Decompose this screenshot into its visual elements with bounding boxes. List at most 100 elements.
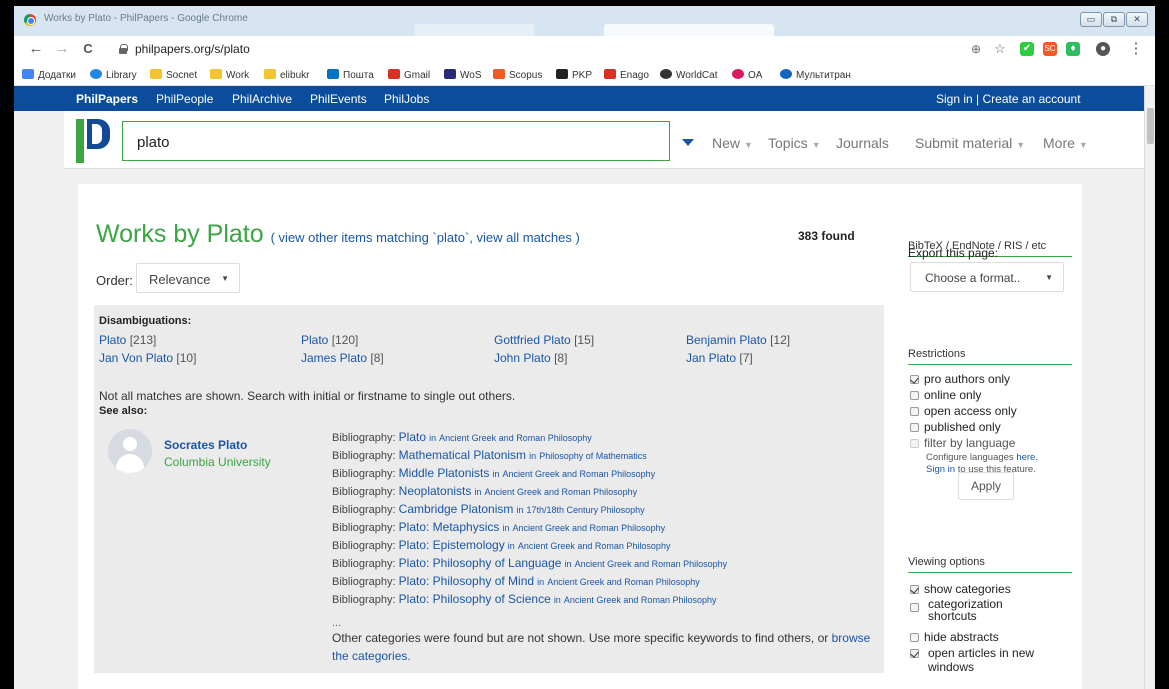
browser-window: Works by Plato - PhilPapers - Google Chr… [14, 6, 1155, 689]
bookmark-apps[interactable]: Додатки [22, 69, 76, 81]
search-options-dropdown-icon[interactable] [682, 139, 694, 146]
chevron-down-icon: ▼ [811, 140, 821, 150]
bookmark-poshta[interactable]: Пошта [327, 69, 374, 81]
bibliography-item: Bibliography: Plato: Philosophy of Mind … [332, 574, 700, 588]
reload-icon[interactable]: C [78, 40, 98, 58]
configure-here-link[interactable]: here. [1016, 452, 1038, 463]
disambiguation-link[interactable]: John Plato [8] [494, 351, 567, 365]
menu-icon[interactable]: ⋮ [1126, 40, 1146, 58]
disambiguation-link[interactable]: Jan Plato [7] [686, 351, 753, 365]
avatar[interactable] [108, 429, 152, 473]
restriction-pro-authors[interactable]: pro authors only [910, 372, 1010, 386]
checkbox-checked-icon[interactable] [910, 585, 919, 594]
menu-journals[interactable]: Journals [836, 135, 889, 151]
bookmark-enago[interactable]: Enago [604, 69, 649, 81]
bookmark-elibukr[interactable]: elibukr [264, 69, 309, 81]
restriction-open-access[interactable]: open access only [910, 404, 1017, 418]
menu-new[interactable]: New ▼ [712, 135, 753, 151]
disambiguation-link[interactable]: Plato [213] [99, 333, 156, 347]
option-open-new-windows[interactable]: open articles in new windows [910, 646, 1060, 674]
bookmark-multitran[interactable]: Мультитран [780, 69, 851, 81]
evernote-extension-icon[interactable]: ♦ [1066, 42, 1080, 56]
zoom-icon[interactable]: ⊕ [966, 40, 986, 58]
pkp-icon [556, 69, 568, 79]
sc-extension-icon[interactable]: SC [1043, 42, 1057, 56]
bookmark-work[interactable]: Work [210, 69, 249, 81]
disambiguation-link[interactable]: James Plato [8] [301, 351, 384, 365]
menu-submit-material[interactable]: Submit material ▼ [915, 135, 1025, 151]
minimize-button[interactable]: ▭ [1080, 12, 1102, 27]
checkbox-icon[interactable] [910, 423, 919, 432]
disambiguation-link[interactable]: Jan Von Plato [10] [99, 351, 196, 365]
close-button[interactable]: ✕ [1126, 12, 1148, 27]
sidebar-signin-link[interactable]: Sign in [926, 464, 955, 475]
option-categorization-shortcuts[interactable]: categorization shortcuts [910, 598, 1030, 622]
bookmark-wos[interactable]: WoS [444, 69, 482, 81]
search-input[interactable]: plato [122, 121, 670, 161]
scrollbar-thumb[interactable] [1147, 108, 1154, 144]
background-tab[interactable] [414, 24, 534, 36]
bibliography-item: Bibliography: Plato in Ancient Greek and… [332, 430, 592, 444]
signin-link[interactable]: Sign in | Create an account [936, 92, 1081, 106]
disambiguation-link[interactable]: Gottfried Plato [15] [494, 333, 594, 347]
disambiguation-link[interactable]: Benjamin Plato [12] [686, 333, 790, 347]
folder-icon [264, 69, 276, 79]
philpapers-logo[interactable] [76, 119, 110, 163]
apply-button[interactable]: Apply [958, 472, 1014, 500]
view-other-links[interactable]: ( view other items matching `plato`, vie… [271, 230, 580, 245]
restrictions-heading: Restrictions [908, 348, 1072, 365]
bibliography-item: Bibliography: Cambridge Platonism in 17t… [332, 502, 645, 516]
nav-philevents[interactable]: PhilEvents [310, 92, 367, 106]
bookmark-socnet[interactable]: Socnet [150, 69, 197, 81]
bookmark-pkp[interactable]: PKP [556, 69, 592, 81]
option-show-categories[interactable]: show categories [910, 582, 1011, 596]
menu-more[interactable]: More ▼ [1043, 135, 1088, 151]
disambiguation-panel: Disambiguations: Plato [213] Plato [120]… [94, 305, 884, 673]
maximize-button[interactable]: ⧉ [1103, 12, 1125, 27]
chevron-down-icon: ▼ [1045, 273, 1053, 282]
disambiguation-link[interactable]: Plato [120] [301, 333, 358, 347]
checkbox-icon[interactable] [910, 603, 919, 612]
checkbox-icon[interactable] [910, 391, 919, 400]
restriction-language[interactable]: filter by language [910, 436, 1015, 450]
checkbox-checked-icon[interactable] [910, 649, 919, 658]
restriction-published[interactable]: published only [910, 420, 1001, 434]
checkbox-icon[interactable] [910, 407, 919, 416]
main-content: Works by Plato ( view other items matchi… [78, 184, 1082, 689]
check-extension-icon[interactable]: ✔ [1020, 42, 1034, 56]
scopus-icon [493, 69, 505, 79]
chevron-down-icon: ▼ [1016, 140, 1026, 150]
page-scrollbar[interactable] [1144, 86, 1155, 689]
option-hide-abstracts[interactable]: hide abstracts [910, 630, 999, 644]
forward-icon[interactable]: → [52, 40, 72, 58]
bookmark-gmail[interactable]: Gmail [388, 69, 430, 81]
format-select[interactable]: Choose a format.. ▼ [910, 262, 1064, 292]
person-name-link[interactable]: Socrates Plato [164, 438, 247, 452]
nav-philpapers[interactable]: PhilPapers [76, 92, 138, 106]
bibliography-item: Bibliography: Plato: Metaphysics in Anci… [332, 520, 666, 534]
viewing-options-heading: Viewing options [908, 556, 1072, 573]
gmail-icon [388, 69, 400, 79]
checkbox-icon[interactable] [910, 439, 919, 448]
bookmark-scopus[interactable]: Scopus [493, 69, 542, 81]
back-icon[interactable]: ← [26, 40, 46, 58]
order-select[interactable]: Relevance ▼ [136, 263, 240, 293]
profile-avatar-icon[interactable]: ● [1096, 42, 1110, 56]
oa-icon [732, 69, 744, 79]
bookmark-star-icon[interactable]: ☆ [990, 40, 1010, 58]
nav-philjobs[interactable]: PhilJobs [384, 92, 429, 106]
restriction-online-only[interactable]: online only [910, 388, 981, 402]
background-tab[interactable] [604, 24, 774, 36]
bookmark-library[interactable]: Library [90, 69, 137, 81]
bookmark-worldcat[interactable]: WorldCat [660, 69, 718, 81]
address-bar[interactable]: philpapers.org/s/plato [135, 42, 250, 56]
library-icon [90, 69, 102, 79]
nav-philpeople[interactable]: PhilPeople [156, 92, 213, 106]
menu-topics[interactable]: Topics ▼ [768, 135, 821, 151]
nav-philarchive[interactable]: PhilArchive [232, 92, 292, 106]
bibliography-item: Bibliography: Middle Platonists in Ancie… [332, 466, 656, 480]
checkbox-icon[interactable] [910, 633, 919, 642]
chevron-down-icon: ▼ [221, 274, 229, 283]
checkbox-checked-icon[interactable] [910, 375, 919, 384]
bookmark-oa[interactable]: OA [732, 69, 762, 81]
